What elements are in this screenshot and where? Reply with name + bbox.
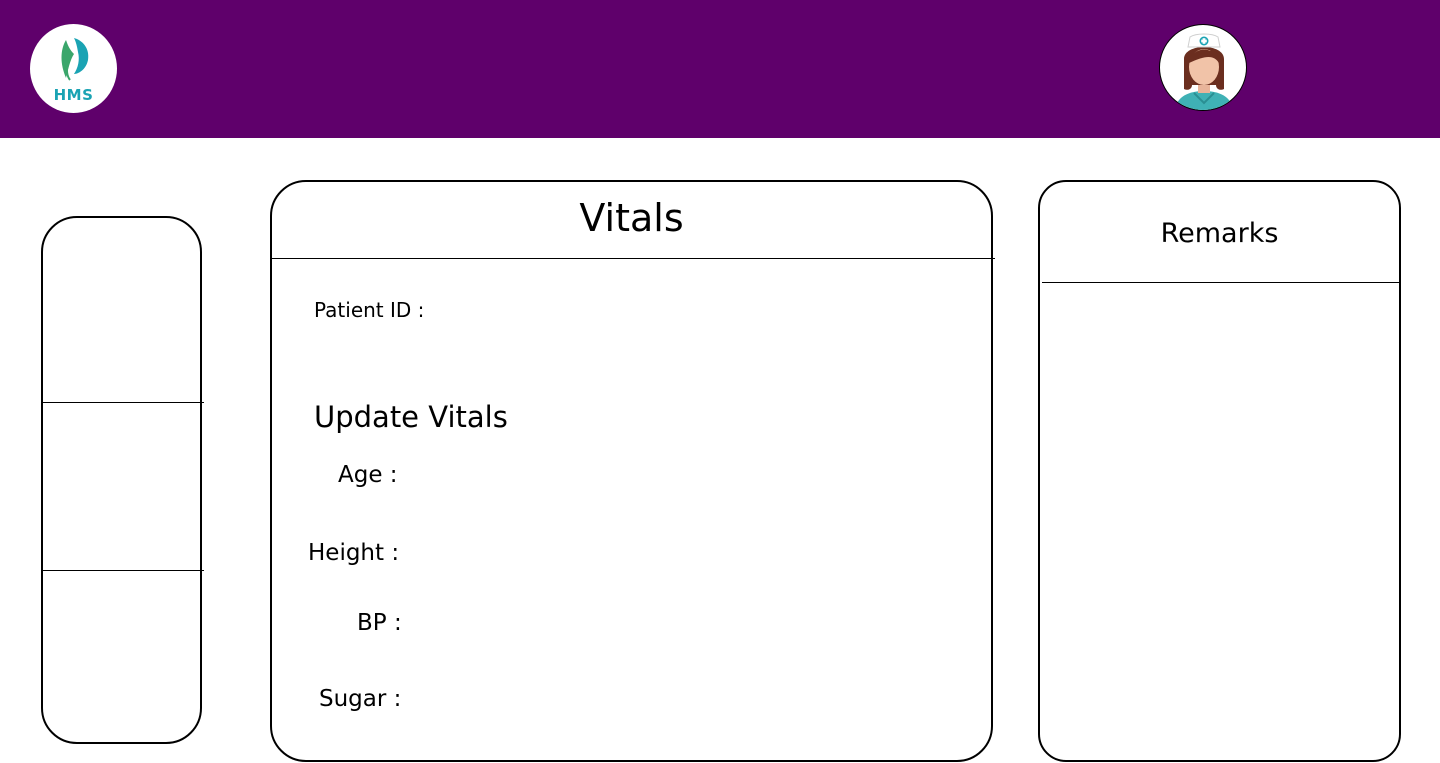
patient-id-label: Patient ID : xyxy=(314,298,425,322)
vitals-title: Vitals xyxy=(579,196,684,240)
hms-logo[interactable]: HMS xyxy=(30,24,117,113)
vitals-divider xyxy=(270,258,995,259)
side-nav-divider xyxy=(43,402,204,403)
nurse-avatar[interactable] xyxy=(1159,24,1247,111)
remarks-card: Remarks xyxy=(1038,180,1401,762)
remarks-divider xyxy=(1042,282,1401,283)
app-header: HMS xyxy=(0,0,1440,138)
vitals-card: Vitals Patient ID : Update Vitals Age : … xyxy=(270,180,995,762)
bp-label: BP : xyxy=(357,610,402,636)
side-nav xyxy=(41,216,204,744)
nurse-avatar-icon xyxy=(1174,33,1234,110)
remarks-title: Remarks xyxy=(1160,218,1279,249)
sugar-label: Sugar : xyxy=(319,686,402,712)
age-label: Age : xyxy=(338,462,398,488)
logo-text: HMS xyxy=(53,86,94,104)
height-label: Height : xyxy=(308,540,400,566)
update-vitals-heading: Update Vitals xyxy=(314,400,508,434)
side-nav-divider xyxy=(43,570,204,571)
